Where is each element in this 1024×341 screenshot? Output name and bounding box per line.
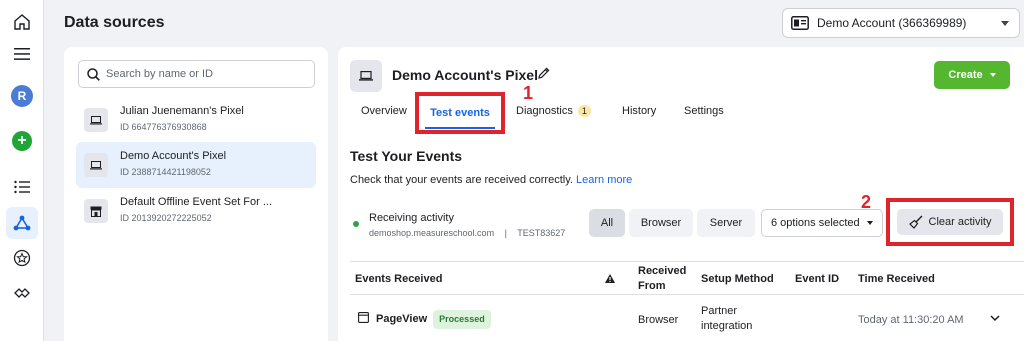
col-received-from: Received From	[638, 264, 686, 294]
tab-settings[interactable]: Settings	[684, 105, 724, 117]
account-selector[interactable]: Demo Account (366369989)	[782, 8, 1020, 38]
event-name-label: PageView	[376, 313, 428, 325]
annotation-number-1: 1	[523, 83, 534, 103]
warning-icon	[605, 274, 615, 283]
clear-activity-button[interactable]: Clear activity	[897, 209, 1003, 235]
left-rail: R +	[0, 0, 44, 341]
section-description: Check that your events are received corr…	[350, 174, 632, 186]
tab-diagnostics[interactable]: Diagnostics 1	[516, 105, 591, 117]
add-icon[interactable]: +	[6, 125, 38, 157]
receiving-activity-details: demoshop.measureschool.com | TEST83627	[369, 228, 565, 238]
broom-icon	[908, 215, 923, 229]
receiving-activity-title: Receiving activity	[369, 212, 454, 224]
col-time-received: Time Received	[858, 273, 935, 285]
data-sources-icon[interactable]	[6, 207, 38, 239]
search-input[interactable]	[106, 68, 306, 80]
cell-time-received: Today at 11:30:20 AM	[858, 314, 964, 326]
cell-setup-method-line1: Partner	[701, 305, 738, 317]
col-event-id: Event ID	[795, 273, 840, 285]
source-id: ID 2013920272225052	[120, 213, 212, 223]
description-text: Check that your events are received corr…	[350, 174, 573, 186]
event-options-dropdown[interactable]: 6 options selected	[761, 209, 883, 237]
laptop-icon	[350, 60, 382, 92]
source-item-offline-event-set[interactable]: Default Offline Event Set For ... ID 201…	[76, 188, 316, 234]
source-name: Julian Juenemann's Pixel	[120, 105, 244, 117]
chevron-down-icon	[867, 221, 873, 225]
events-table-header: Events Received Received From Setup Meth…	[350, 261, 1024, 295]
avatar[interactable]: R	[6, 80, 38, 112]
source-item-julian[interactable]: Julian Juenemann's Pixel ID 664776376930…	[76, 97, 316, 143]
chevron-down-icon[interactable]	[990, 315, 1000, 322]
pixel-detail-panel: Demo Account's Pixel Create Overview Tes…	[338, 47, 1024, 341]
separator: |	[504, 228, 507, 238]
col-setup-method: Setup Method	[701, 273, 774, 285]
table-row[interactable]: PageView Processed Browser Partner integr…	[350, 295, 1024, 341]
col-events-received: Events Received	[355, 273, 443, 285]
laptop-icon	[84, 108, 108, 132]
avatar-letter: R	[11, 85, 33, 107]
status-dot-icon	[353, 221, 359, 227]
tab-test-events[interactable]: Test events	[415, 92, 505, 134]
data-source-list-panel: Julian Juenemann's Pixel ID 664776376930…	[64, 47, 328, 341]
section-title: Test Your Events	[350, 148, 463, 164]
create-button[interactable]: Create	[934, 61, 1010, 89]
chevron-down-icon	[989, 73, 996, 77]
edit-pencil-icon[interactable]	[537, 66, 551, 80]
store-icon	[84, 199, 108, 223]
source-name: Default Offline Event Set For ...	[120, 196, 273, 208]
search-icon	[87, 67, 100, 81]
filter-browser-button[interactable]: Browser	[629, 209, 693, 237]
source-id: ID 664776376930868	[120, 122, 207, 132]
annotation-number-2: 2	[861, 192, 872, 212]
search-box[interactable]	[78, 60, 315, 88]
processed-badge: Processed	[433, 310, 491, 329]
col-received-from-line2: From	[638, 280, 666, 292]
clear-activity-highlight: Clear activity	[886, 198, 1014, 246]
diagnostics-count-badge: 1	[577, 105, 591, 117]
menu-icon[interactable]	[6, 38, 38, 70]
tab-overview[interactable]: Overview	[361, 105, 407, 117]
list-icon[interactable]	[6, 171, 38, 203]
tab-history[interactable]: History	[622, 105, 656, 117]
source-id: ID 2388714421198052	[120, 167, 211, 177]
pixel-title: Demo Account's Pixel	[392, 67, 538, 83]
clear-activity-label: Clear activity	[928, 216, 992, 228]
filter-server-button[interactable]: Server	[697, 209, 755, 237]
star-icon[interactable]	[6, 242, 38, 274]
account-icon	[791, 16, 809, 30]
page-icon	[358, 312, 369, 323]
create-label: Create	[948, 69, 983, 81]
col-received-from-line1: Received	[638, 265, 687, 277]
event-name: PageView Processed	[376, 310, 491, 329]
test-event-code: TEST83627	[517, 228, 566, 238]
tab-test-events-label: Test events	[430, 107, 490, 119]
options-label: 6 options selected	[771, 217, 860, 229]
tab-diagnostics-label: Diagnostics	[516, 105, 573, 117]
laptop-icon	[84, 153, 108, 177]
source-name: Demo Account's Pixel	[120, 150, 227, 162]
page-title: Data sources	[64, 14, 165, 31]
home-icon[interactable]	[6, 6, 38, 38]
account-label: Demo Account (366369989)	[817, 16, 967, 30]
cell-setup-method-line2: integration	[701, 320, 753, 332]
chevron-down-icon	[1001, 20, 1009, 26]
cell-setup-method: Partner integration	[701, 304, 752, 334]
learn-more-link[interactable]: Learn more	[576, 174, 632, 186]
source-item-demo-account[interactable]: Demo Account's Pixel ID 2388714421198052	[76, 142, 316, 188]
partners-icon[interactable]	[6, 277, 38, 309]
filter-all-button[interactable]: All	[589, 209, 625, 237]
receiving-domain: demoshop.measureschool.com	[369, 228, 495, 238]
cell-received-from: Browser	[638, 314, 679, 326]
